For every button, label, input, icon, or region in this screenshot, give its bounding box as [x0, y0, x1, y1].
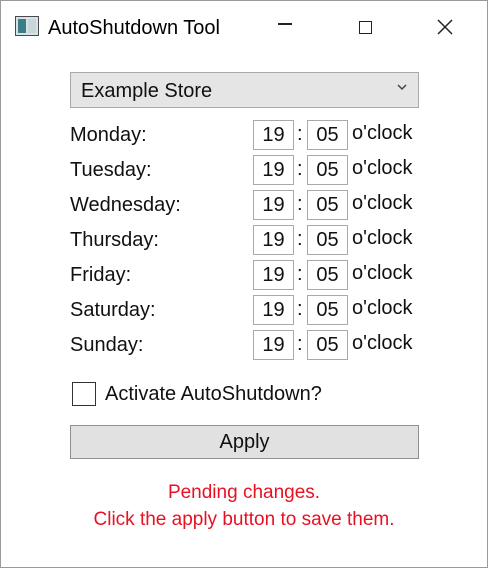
minimize-button[interactable]	[255, 1, 315, 53]
time-unit-label: o'clock	[352, 157, 413, 179]
minute-input[interactable]: 05	[307, 260, 348, 290]
schedule-row-sunday: Sunday: 19 : 05 o'clock	[1, 330, 487, 360]
schedule-row-monday: Monday: 19 : 05 o'clock	[1, 120, 487, 150]
day-label: Thursday:	[70, 229, 159, 251]
time-separator: :	[297, 263, 303, 285]
minute-input[interactable]: 05	[307, 330, 348, 360]
schedule-row-wednesday: Wednesday: 19 : 05 o'clock	[1, 190, 487, 220]
day-label: Wednesday:	[70, 194, 181, 216]
close-icon	[437, 19, 453, 35]
day-label: Tuesday:	[70, 159, 152, 181]
status-message-line-1: Pending changes.	[167, 482, 321, 503]
minute-input[interactable]: 05	[307, 190, 348, 220]
hour-input[interactable]: 19	[253, 155, 294, 185]
minute-input[interactable]: 05	[307, 225, 348, 255]
time-separator: :	[297, 123, 303, 145]
minute-input[interactable]: 05	[307, 295, 348, 325]
close-button[interactable]	[415, 1, 475, 53]
schedule-row-tuesday: Tuesday: 19 : 05 o'clock	[1, 155, 487, 185]
time-unit-label: o'clock	[352, 297, 413, 319]
schedule-row-thursday: Thursday: 19 : 05 o'clock	[1, 225, 487, 255]
activate-checkbox[interactable]	[72, 382, 96, 406]
maximize-icon	[358, 20, 372, 34]
time-unit-label: o'clock	[352, 227, 413, 249]
schedule-row-friday: Friday: 19 : 05 o'clock	[1, 260, 487, 290]
store-dropdown[interactable]: Example Store	[70, 72, 419, 108]
store-dropdown-value: Example Store	[81, 80, 213, 102]
activate-row: Activate AutoShutdown?	[1, 381, 487, 407]
time-separator: :	[297, 193, 303, 215]
chevron-down-icon	[397, 84, 407, 91]
app-window: AutoShutdown Tool Example Store Monday: …	[0, 0, 488, 568]
schedule-row-saturday: Saturday: 19 : 05 o'clock	[1, 295, 487, 325]
day-label: Friday:	[70, 264, 132, 286]
time-separator: :	[297, 228, 303, 250]
hour-input[interactable]: 19	[253, 330, 294, 360]
minimize-icon	[278, 23, 292, 25]
minute-input[interactable]: 05	[307, 120, 348, 150]
time-unit-label: o'clock	[352, 332, 413, 354]
time-unit-label: o'clock	[352, 122, 413, 144]
apply-button[interactable]: Apply	[70, 425, 419, 459]
minute-input[interactable]: 05	[307, 155, 348, 185]
day-label: Sunday:	[70, 334, 144, 356]
window-title: AutoShutdown Tool	[48, 17, 220, 39]
time-separator: :	[297, 333, 303, 355]
time-unit-label: o'clock	[352, 262, 413, 284]
time-separator: :	[297, 158, 303, 180]
hour-input[interactable]: 19	[253, 295, 294, 325]
activate-checkbox-label[interactable]: Activate AutoShutdown?	[105, 382, 322, 406]
maximize-button[interactable]	[335, 1, 395, 53]
day-label: Monday:	[70, 124, 147, 146]
day-label: Saturday:	[70, 299, 156, 321]
time-unit-label: o'clock	[352, 192, 413, 214]
app-icon	[15, 16, 39, 36]
time-separator: :	[297, 298, 303, 320]
hour-input[interactable]: 19	[253, 260, 294, 290]
status-message-line-2: Click the apply button to save them.	[93, 509, 395, 530]
hour-input[interactable]: 19	[253, 190, 294, 220]
title-bar[interactable]: AutoShutdown Tool	[1, 1, 487, 53]
hour-input[interactable]: 19	[253, 225, 294, 255]
hour-input[interactable]: 19	[253, 120, 294, 150]
